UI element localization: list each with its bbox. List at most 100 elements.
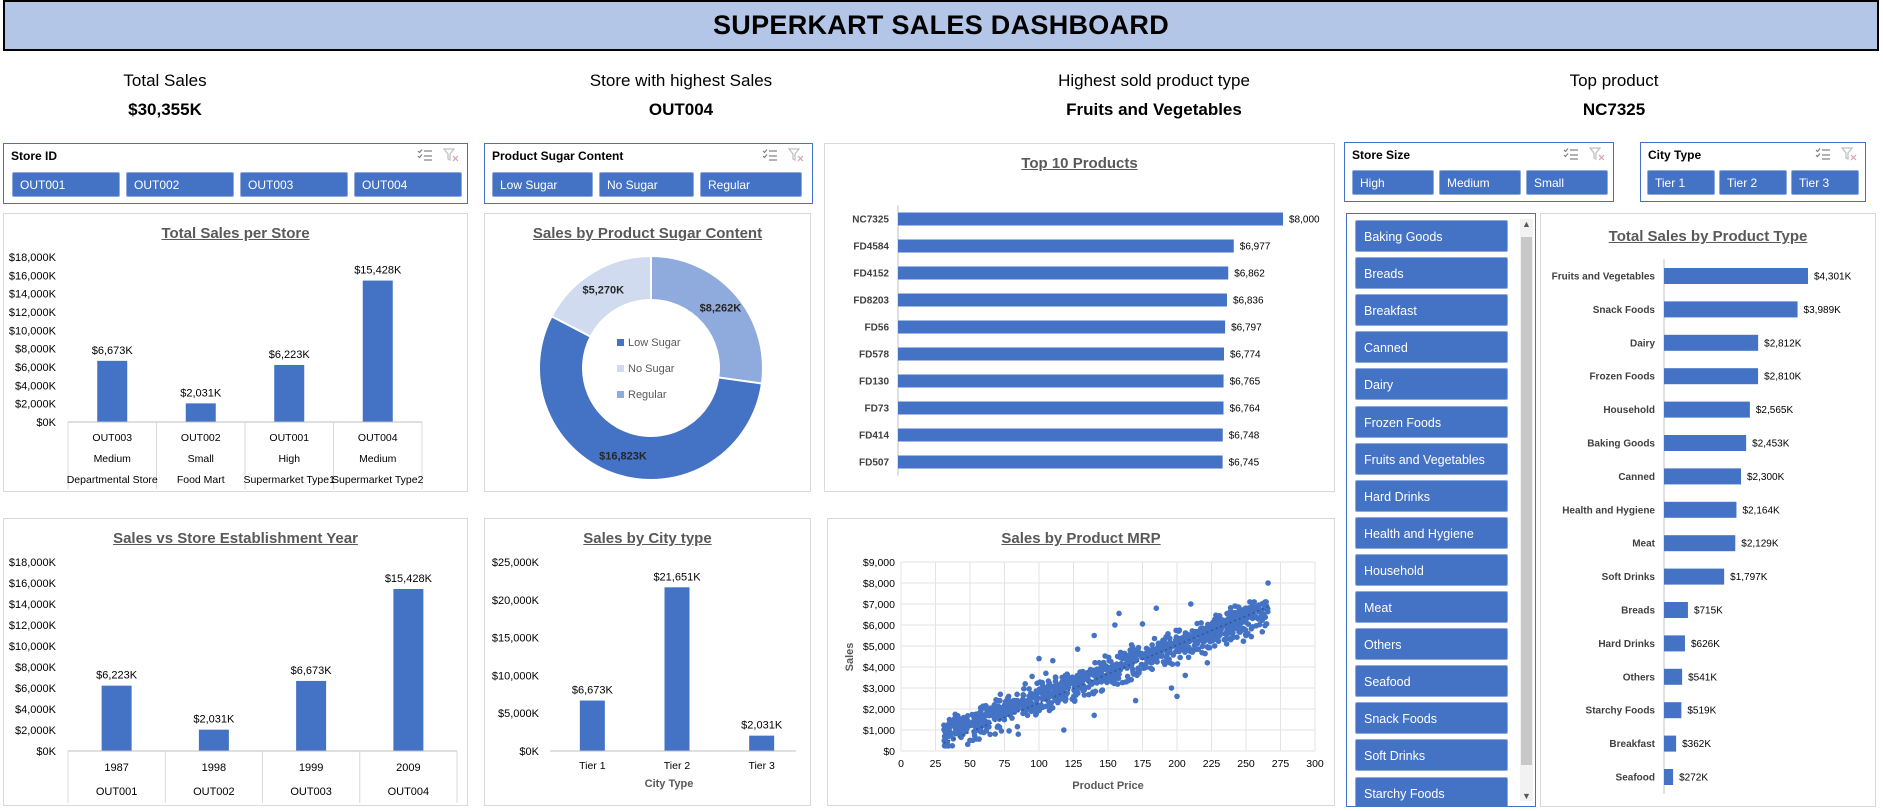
y-tick-label: $9,000: [863, 557, 895, 569]
kpi-top-product: Top product NC7325: [1444, 71, 1784, 120]
multi-select-icon[interactable]: [1563, 147, 1579, 161]
data-label: $2,810K: [1764, 372, 1802, 383]
bar: [1664, 535, 1736, 552]
product-type-item[interactable]: Frozen Foods: [1355, 405, 1508, 438]
slicer-store-id: Store ID OUT001 OUT002 OUT003 OUT004: [3, 143, 468, 204]
scatter-point: [1143, 645, 1150, 652]
product-type-item[interactable]: Health and Hygiene: [1355, 516, 1508, 549]
scatter-point: [1127, 659, 1133, 665]
y-category-label: FD507: [859, 458, 889, 469]
multi-select-icon[interactable]: [417, 148, 433, 162]
bar: [898, 401, 1224, 415]
scatter-point: [1160, 659, 1167, 665]
product-type-item[interactable]: Fruits and Vegetables: [1355, 442, 1508, 475]
x-category-type: Supermarket Type1: [244, 474, 336, 486]
product-type-item[interactable]: Snack Foods: [1355, 702, 1508, 735]
clear-filter-icon[interactable]: [1840, 147, 1857, 161]
y-tick-label: $2,000K: [15, 399, 57, 411]
scatter-point: [1259, 611, 1266, 617]
scatter-point: [1223, 618, 1230, 624]
product-type-item[interactable]: Breads: [1355, 257, 1508, 290]
y-tick-label: $15,000K: [492, 633, 540, 645]
chart-panel-mrp: Sales by Product MRP 0 25 50 75 100 125 150 175…: [827, 518, 1335, 806]
kpi-label: Total Sales: [123, 71, 207, 90]
y-tick-label: $5,000K: [498, 708, 540, 720]
slicer-item-no-sugar[interactable]: No Sugar: [599, 172, 694, 197]
clear-filter-icon[interactable]: [442, 148, 459, 162]
slicer-item-out002[interactable]: OUT002: [126, 172, 234, 197]
multi-select-icon[interactable]: [762, 148, 778, 162]
scatter-point: [1020, 698, 1027, 705]
product-type-item[interactable]: Dairy: [1355, 368, 1508, 401]
scatter-point: [1026, 686, 1032, 692]
slicer-item-high[interactable]: High: [1352, 170, 1434, 195]
slicer-item-tier1[interactable]: Tier 1: [1647, 170, 1715, 195]
product-type-item[interactable]: Soft Drinks: [1355, 739, 1508, 772]
scatter-point: [1051, 685, 1057, 691]
y-category-label: FD8203: [853, 296, 889, 307]
scrollbar-thumb[interactable]: [1521, 237, 1532, 765]
bar: [1664, 401, 1750, 418]
slicer-item-out001[interactable]: OUT001: [12, 172, 120, 197]
slicer-sugar-content: Product Sugar Content Low Sugar No Sugar…: [484, 143, 813, 204]
scatter-point: [1046, 701, 1053, 707]
scrollbar[interactable]: ▲ ▼: [1520, 219, 1533, 801]
scatter-point: [1092, 688, 1099, 695]
scatter-point: [1132, 651, 1139, 658]
data-label: $541K: [1688, 672, 1717, 683]
product-type-item[interactable]: Meat: [1355, 591, 1508, 623]
clear-filter-icon[interactable]: [1588, 147, 1605, 161]
kpi-value: OUT004: [648, 100, 714, 119]
scatter-point: [947, 720, 954, 727]
y-tick-label: $4,000: [863, 662, 895, 674]
data-label: $2,453K: [1752, 439, 1790, 450]
y-category-label: FD56: [865, 323, 890, 334]
bar: [898, 239, 1234, 253]
chevron-up-icon[interactable]: ▲: [1522, 219, 1531, 229]
product-type-item[interactable]: Seafood: [1355, 665, 1508, 698]
product-type-item[interactable]: Household: [1355, 553, 1508, 586]
slicer-item-small[interactable]: Small: [1526, 170, 1608, 195]
bar: [1664, 702, 1682, 719]
bar: [97, 360, 128, 422]
scatter-point: [1189, 649, 1196, 655]
y-tick-label: $14,000K: [9, 289, 57, 301]
chart-panel-store-sales: Total Sales per Store $0K $2,000K $4,000K $…: [3, 213, 468, 492]
clear-filter-icon[interactable]: [787, 148, 804, 162]
bar: [898, 320, 1226, 334]
slicer-item-tier2[interactable]: Tier 2: [1719, 170, 1787, 195]
scatter-point: [1116, 610, 1122, 617]
x-tick-label: 25: [930, 758, 942, 770]
scatter-point: [1185, 654, 1192, 661]
product-type-item[interactable]: Starchy Foods: [1355, 776, 1508, 806]
product-type-item[interactable]: Canned: [1355, 331, 1508, 364]
slicer-item-regular[interactable]: Regular: [700, 172, 802, 197]
slicer-item-medium[interactable]: Medium: [1439, 170, 1521, 195]
scatter-point: [1230, 634, 1237, 641]
multi-select-icon[interactable]: [1815, 147, 1831, 161]
product-type-item[interactable]: Others: [1355, 628, 1508, 661]
slicer-item-out003[interactable]: OUT003: [240, 172, 348, 197]
scatter-point: [1015, 731, 1022, 737]
x-tick-label: 200: [1168, 758, 1186, 770]
product-type-item[interactable]: Hard Drinks: [1355, 479, 1508, 512]
slicer-item-out004[interactable]: OUT004: [354, 172, 462, 197]
scatter-point: [1006, 728, 1012, 734]
product-type-chart: Fruits and Vegetables $4,301K Snack Foods $…: [1552, 259, 1852, 794]
y-tick-label: $6,000K: [15, 683, 57, 695]
scatter-point: [1265, 608, 1271, 615]
slicer-item-low-sugar[interactable]: Low Sugar: [492, 172, 593, 197]
scatter-point: [1257, 616, 1263, 622]
product-type-item[interactable]: Breakfast: [1355, 294, 1508, 327]
chart-panel-top10: Top 10 Products NC7325 $8,000 FD4584 $6,977…: [824, 143, 1335, 492]
y-category-label: Household: [1603, 405, 1655, 416]
product-type-item[interactable]: Baking Goods: [1355, 220, 1508, 252]
scatter-point: [1052, 678, 1059, 685]
x-tick-label: 75: [999, 758, 1011, 770]
scatter-point: [1062, 678, 1068, 684]
x-category-store: OUT001: [96, 786, 138, 798]
scatter-point: [1151, 635, 1158, 642]
slicer-item-tier3[interactable]: Tier 3: [1791, 170, 1859, 195]
scatter-point: [1194, 620, 1200, 627]
chevron-down-icon[interactable]: ▼: [1522, 791, 1531, 801]
